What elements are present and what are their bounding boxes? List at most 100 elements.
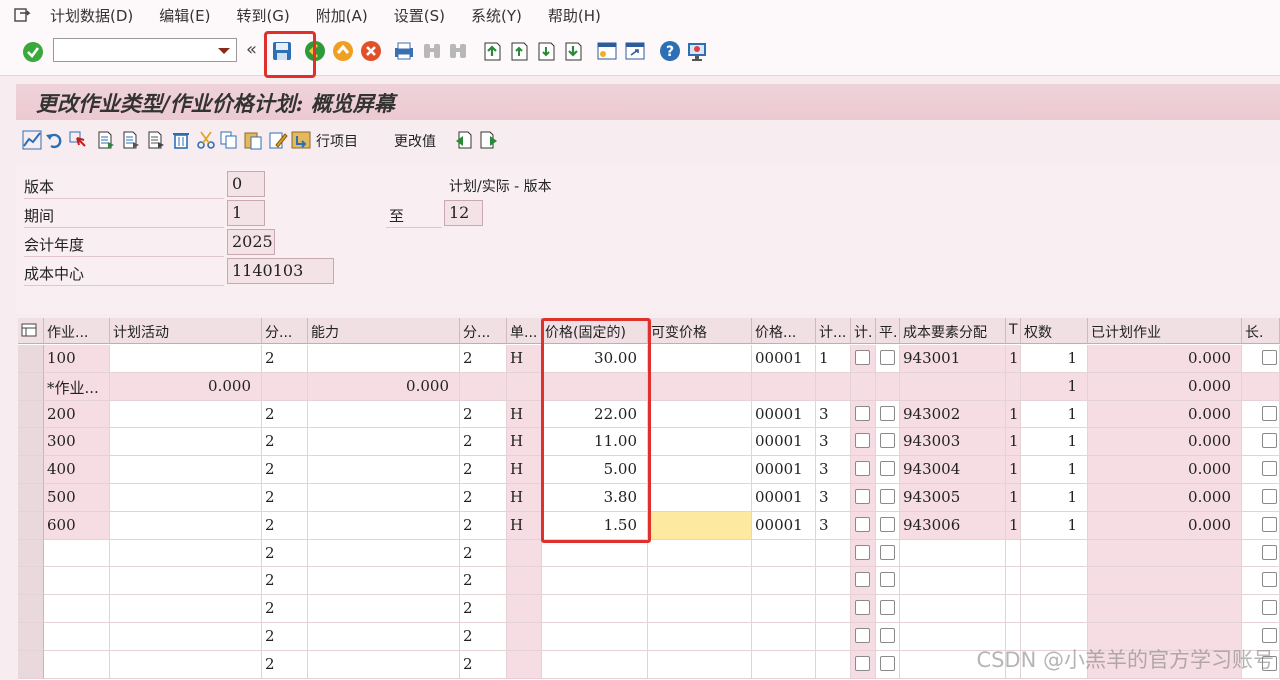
- table-cell-price-indicator[interactable]: 3: [816, 456, 851, 484]
- table-cell-distribution-key-1[interactable]: 2: [262, 595, 308, 623]
- col-fixed-price-header[interactable]: 价格(固定的): [542, 318, 648, 344]
- table-cell-fixed-price[interactable]: [542, 372, 648, 401]
- table-cell-planned-activity[interactable]: [110, 345, 262, 373]
- menu-help[interactable]: 帮助(H): [548, 5, 601, 26]
- menu-settings[interactable]: 设置(S): [394, 5, 445, 26]
- col-variable-price-header[interactable]: 可变价格: [648, 318, 752, 344]
- table-cell-fixed-price[interactable]: 1.50: [542, 511, 648, 540]
- col-cost-element-header[interactable]: 成本要素分配: [900, 318, 1006, 344]
- table-cell-distribution-key-1[interactable]: [262, 372, 308, 401]
- table-cell-price-indicator[interactable]: 3: [816, 400, 851, 429]
- table-cell-plan-checkbox[interactable]: [851, 539, 876, 568]
- table-cell-planned-activity[interactable]: [110, 484, 262, 512]
- table-cell-distribution-key-1[interactable]: 2: [262, 567, 308, 596]
- table-cell-variable-price[interactable]: [648, 623, 752, 651]
- table-cell-variable-price[interactable]: [648, 428, 752, 457]
- table-cell-price-indicator[interactable]: 3: [816, 511, 851, 540]
- table-cell-distribution-key-2[interactable]: 2: [460, 567, 507, 596]
- table-cell-price-unit[interactable]: [752, 372, 816, 401]
- table-cell-plan-checkbox[interactable]: [851, 484, 876, 512]
- table-cell-fixed-price[interactable]: [542, 623, 648, 651]
- checkbox[interactable]: [880, 461, 895, 477]
- create-session-icon[interactable]: [596, 40, 618, 62]
- table-cell-long-checkbox[interactable]: [1242, 372, 1280, 401]
- deselect-all-icon[interactable]: [121, 130, 141, 150]
- checkbox[interactable]: [880, 600, 895, 616]
- table-cell-long-checkbox[interactable]: [1242, 511, 1280, 540]
- table-cell-plan-checkbox[interactable]: [851, 595, 876, 623]
- table-cell-fixed-price[interactable]: 22.00: [542, 400, 648, 429]
- table-cell-fixed-price[interactable]: [542, 567, 648, 596]
- col-average-checkbox-header[interactable]: 平.: [876, 318, 900, 344]
- checkbox[interactable]: [855, 544, 870, 560]
- table-cell-plan-checkbox[interactable]: [851, 372, 876, 401]
- table-cell-fixed-price[interactable]: 5.00: [542, 456, 648, 484]
- table-cell-price-indicator[interactable]: [816, 650, 851, 679]
- table-cell-weight[interactable]: 1: [1021, 484, 1088, 512]
- col-price-unit-header[interactable]: 价格...: [752, 318, 816, 344]
- table-cell-distribution-key-2[interactable]: 2: [460, 484, 507, 512]
- table-cell-average-checkbox[interactable]: [876, 428, 900, 457]
- table-cell-planned-activity[interactable]: [110, 456, 262, 484]
- table-cell-planned-activity[interactable]: [110, 511, 262, 540]
- first-page-icon[interactable]: [481, 40, 503, 62]
- table-cell-planned-activity[interactable]: [110, 428, 262, 457]
- table-cell-average-checkbox[interactable]: [876, 539, 900, 568]
- table-cell-price-unit[interactable]: [752, 595, 816, 623]
- col-capacity-header[interactable]: 能力: [308, 318, 460, 344]
- table-cell-distribution-key-2[interactable]: 2: [460, 595, 507, 623]
- checkbox[interactable]: [855, 655, 870, 671]
- table-cell-variable-price[interactable]: [648, 511, 752, 540]
- table-cell-distribution-key-1[interactable]: 2: [262, 456, 308, 484]
- table-cell-price-indicator[interactable]: 1: [816, 345, 851, 373]
- next-item-icon[interactable]: [479, 130, 499, 150]
- table-cell-distribution-key-2[interactable]: 2: [460, 511, 507, 540]
- row-selector[interactable]: [18, 539, 44, 568]
- checkbox[interactable]: [855, 600, 870, 616]
- command-input[interactable]: [57, 40, 217, 60]
- logoff-icon[interactable]: [14, 7, 32, 23]
- copy-icon[interactable]: [219, 130, 239, 150]
- table-cell-long-checkbox[interactable]: [1242, 484, 1280, 512]
- table-cell-distribution-key-1[interactable]: 2: [262, 345, 308, 373]
- table-cell-plan-checkbox[interactable]: [851, 511, 876, 540]
- table-cell-capacity[interactable]: [308, 484, 460, 512]
- paste-icon[interactable]: [243, 130, 263, 150]
- checkbox[interactable]: [855, 516, 870, 532]
- table-cell-distribution-key-2[interactable]: 2: [460, 539, 507, 568]
- table-cell-average-checkbox[interactable]: [876, 623, 900, 651]
- table-cell-variable-price[interactable]: [648, 372, 752, 401]
- table-cell-price-indicator[interactable]: 3: [816, 484, 851, 512]
- table-cell-average-checkbox[interactable]: [876, 511, 900, 540]
- checkbox[interactable]: [1262, 572, 1277, 588]
- checkbox[interactable]: [1262, 433, 1277, 449]
- table-cell-price-unit[interactable]: 00001: [752, 484, 816, 512]
- table-cell-average-checkbox[interactable]: [876, 595, 900, 623]
- table-cell-distribution-key-1[interactable]: 2: [262, 539, 308, 568]
- menu-extras[interactable]: 附加(A): [316, 5, 368, 26]
- row-selector[interactable]: [18, 595, 44, 623]
- customize-layout-icon[interactable]: [686, 40, 708, 62]
- table-cell-average-checkbox[interactable]: [876, 400, 900, 429]
- table-cell-average-checkbox[interactable]: [876, 345, 900, 373]
- table-cell-variable-price[interactable]: [648, 539, 752, 568]
- undo-icon[interactable]: [45, 130, 65, 150]
- row-selector[interactable]: [18, 400, 44, 429]
- print-icon[interactable]: [393, 40, 415, 62]
- table-cell-long-checkbox[interactable]: [1242, 595, 1280, 623]
- table-cell-distribution-key-1[interactable]: 2: [262, 511, 308, 540]
- row-selector[interactable]: [18, 456, 44, 484]
- row-selector[interactable]: [18, 372, 44, 401]
- table-cell-planned-activity[interactable]: [110, 539, 262, 568]
- checkbox[interactable]: [880, 516, 895, 532]
- checkbox[interactable]: [880, 405, 895, 421]
- previous-page-icon[interactable]: [508, 40, 530, 62]
- col-activity-type-header[interactable]: 作业...: [44, 318, 110, 344]
- table-cell-long-checkbox[interactable]: [1242, 456, 1280, 484]
- table-cell-distribution-key-1[interactable]: 2: [262, 484, 308, 512]
- table-cell-weight[interactable]: [1021, 595, 1088, 623]
- table-cell-capacity[interactable]: [308, 456, 460, 484]
- table-cell-capacity[interactable]: [308, 400, 460, 429]
- delete-icon[interactable]: [171, 130, 191, 150]
- table-cell-plan-checkbox[interactable]: [851, 400, 876, 429]
